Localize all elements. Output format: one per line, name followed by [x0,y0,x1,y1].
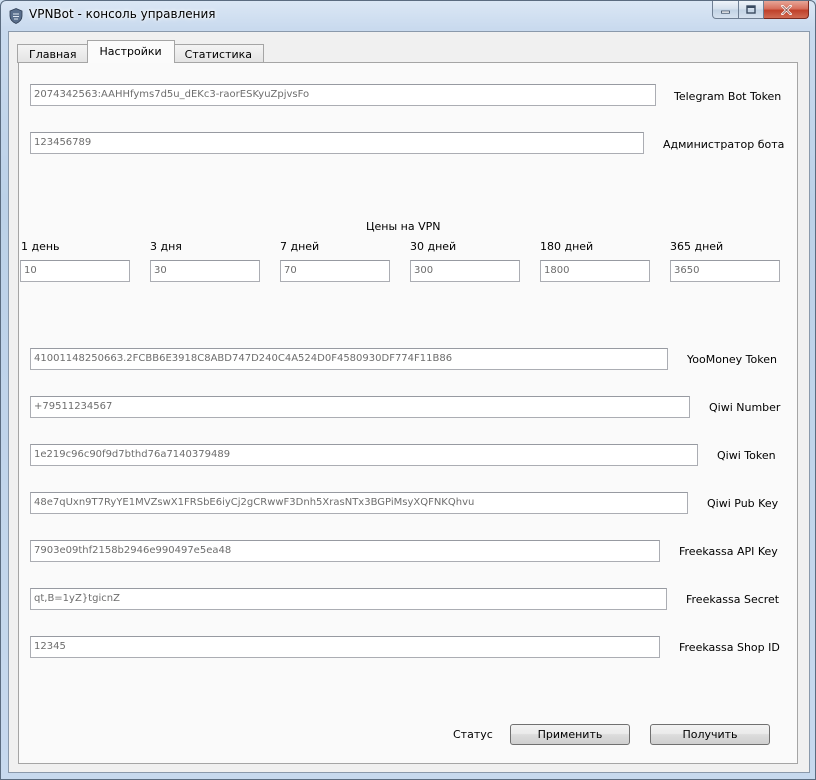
client-area: Главная Настройки Статистика 2074342563:… [8,31,810,773]
price-label-30-days: 30 дней [410,240,457,253]
minimize-button[interactable] [712,1,739,19]
bot-admin-input[interactable]: 123456789 [30,132,644,154]
qiwi-token-label: Qiwi Token [717,449,776,462]
price-input-30-days[interactable]: 300 [410,260,520,282]
freekassa-secret-input[interactable]: qt,B=1yZ}tgicnZ [30,588,667,610]
price-label-3-days: 3 дня [150,240,182,253]
prices-title: Цены на VPN [366,220,441,233]
price-input-7-days[interactable]: 70 [280,260,390,282]
yoomoney-token-input[interactable]: 4100114825066З.2FCBB6E3918C8ABD747D240C4… [30,348,668,370]
bot-admin-label: Администратор бота [663,138,785,151]
tab-statistics[interactable]: Статистика [172,44,265,63]
minimize-icon [721,10,730,14]
price-input-180-days[interactable]: 1800 [540,260,650,282]
maximize-button[interactable] [739,1,764,19]
telegram-bot-token-label: Telegram Bot Token [674,90,782,103]
qiwi-token-input[interactable]: 1e219c96c90f9d7bthd76a7140379489 [30,444,698,466]
qiwi-pub-key-label: Qiwi Pub Key [707,497,779,510]
price-label-365-days: 365 дней [670,240,724,253]
status-label: Статус [453,728,493,741]
settings-panel: 2074342563:AAHHfyms7d5u_dEKc3-raorESKyuZ… [18,62,798,764]
close-button[interactable] [764,1,809,19]
title-bar[interactable]: VPNBot - консоль управления [1,1,815,31]
window-title: VPNBot - консоль управления [29,7,216,21]
qiwi-number-input[interactable]: +79511234567 [30,396,690,418]
yoomoney-token-label: YooMoney Token [687,353,777,366]
apply-button[interactable]: Применить [510,724,630,745]
price-label-1-day: 1 день [21,240,60,253]
tab-bar: Главная Настройки Статистика [17,40,265,63]
app-window: VPNBot - консоль управления Главная Наст… [0,0,816,780]
maximize-icon [746,5,756,14]
freekassa-secret-label: Freekassa Secret [686,593,780,606]
close-icon [780,4,792,15]
freekassa-shop-id-label: Freekassa Shop ID [679,641,780,654]
window-controls [712,1,809,21]
price-input-365-days[interactable]: 3650 [670,260,780,282]
telegram-bot-token-input[interactable]: 2074342563:AAHHfyms7d5u_dEKc3-raorESKyuZ… [30,84,656,106]
qiwi-pub-key-input[interactable]: 48e7qUxn9T7RyYE1MVZswX1FRSbE6iyCj2gCRwwF… [30,492,688,514]
tab-settings[interactable]: Настройки [86,40,175,63]
freekassa-shop-id-input[interactable]: 12345 [30,636,660,658]
shield-icon [9,8,23,24]
price-label-7-days: 7 дней [280,240,320,253]
price-input-3-days[interactable]: 30 [150,260,260,282]
price-label-180-days: 180 дней [540,240,594,253]
price-input-1-day[interactable]: 10 [20,260,130,282]
freekassa-api-key-input[interactable]: 7903e09thf2158b2946e990497e5ea48 [30,540,660,562]
freekassa-api-key-label: Freekassa API Key [679,545,778,558]
tab-main[interactable]: Главная [17,44,89,63]
qiwi-number-label: Qiwi Number [709,401,781,414]
get-button[interactable]: Получить [650,724,770,745]
